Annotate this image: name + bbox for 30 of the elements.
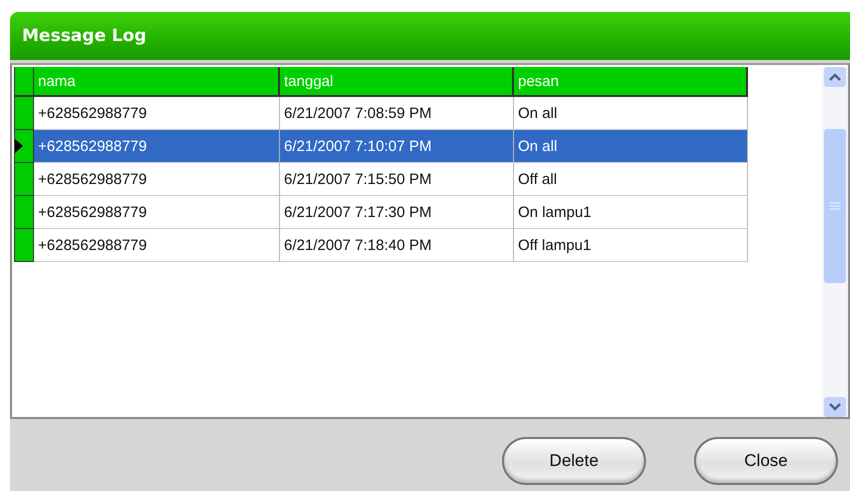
table-row[interactable]: +628562988779 6/21/2007 7:15:50 PM Off all	[14, 163, 822, 196]
table-cell: Off all	[514, 163, 748, 196]
table-row[interactable]: +628562988779 6/21/2007 7:18:40 PM Off lampu1	[14, 229, 822, 262]
scroll-down-icon[interactable]	[824, 397, 846, 417]
row-header[interactable]	[14, 196, 34, 229]
table-cell: +628562988779	[34, 229, 280, 262]
window-title: Message Log	[22, 26, 146, 46]
scroll-up-icon[interactable]	[824, 67, 846, 87]
table-cell: +628562988779	[34, 130, 280, 163]
table-cell: +628562988779	[34, 196, 280, 229]
row-header[interactable]	[14, 229, 34, 262]
table-cell: 6/21/2007 7:15:50 PM	[280, 163, 514, 196]
table-cell: +628562988779	[34, 163, 280, 196]
table-cell: 6/21/2007 7:10:07 PM	[280, 130, 514, 163]
table-cell: 6/21/2007 7:17:30 PM	[280, 196, 514, 229]
table-row[interactable]: +628562988779 6/21/2007 7:17:30 PM On lampu1	[14, 196, 822, 229]
row-header[interactable]	[14, 163, 34, 196]
dialog-button[interactable]: Close	[694, 437, 838, 485]
table-cell: Off lampu1	[514, 229, 748, 262]
table-row[interactable]: +628562988779 6/21/2007 7:10:07 PM On all	[14, 130, 822, 163]
table-cell: On lampu1	[514, 196, 748, 229]
row-header[interactable]	[14, 130, 34, 163]
table-cell: On all	[514, 130, 748, 163]
row-header[interactable]	[14, 97, 34, 130]
scrollbar[interactable]	[822, 67, 848, 417]
table-cell: 6/21/2007 7:18:40 PM	[280, 229, 514, 262]
row-header	[14, 67, 34, 97]
dialog-button[interactable]: Delete	[502, 437, 646, 485]
scroll-thumb[interactable]	[824, 129, 846, 283]
current-row-icon	[15, 139, 23, 153]
